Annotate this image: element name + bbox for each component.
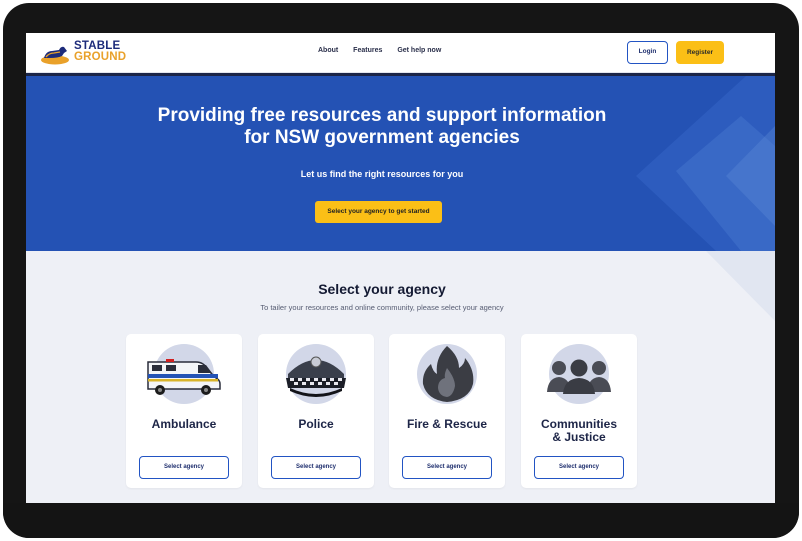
nav-link-features[interactable]: Features: [353, 47, 382, 54]
agency-card-communities-justice[interactable]: Communities & Justice Select agency: [521, 334, 637, 488]
hero-title-line1: Providing free resources and support inf…: [157, 105, 607, 126]
nav-link-about[interactable]: About: [318, 47, 338, 54]
agency-name: Fire & Rescue: [406, 417, 488, 431]
agency-card-fire-rescue[interactable]: Fire & Rescue Select agency: [389, 334, 505, 488]
brand-line2: GROUND: [74, 51, 127, 63]
brand-logo[interactable]: STABLE GROUND: [40, 40, 150, 66]
login-button[interactable]: Login: [627, 41, 668, 64]
hero-title: Providing free resources and support inf…: [26, 105, 738, 149]
navbar: STABLE GROUND About Features Get help no…: [26, 33, 775, 73]
hero-decoration: [636, 76, 775, 251]
select-agency-button[interactable]: Select agency: [402, 456, 492, 479]
hero-subtitle: Let us find the right resources for you: [300, 169, 464, 179]
hero-title-line2: for NSW government agencies: [244, 127, 520, 148]
ambulance-icon: [147, 359, 221, 395]
screen: STABLE GROUND About Features Get help no…: [26, 33, 775, 503]
nav-link-get-help-now[interactable]: Get help now: [397, 47, 441, 54]
nav-links: About Features Get help now: [318, 47, 454, 54]
agency-name: Ambulance: [151, 417, 217, 431]
section-title: Select your agency: [318, 281, 446, 297]
laptop-chin: [3, 503, 799, 538]
select-agency-button[interactable]: Select agency: [271, 456, 361, 479]
section-subtitle: To tailer your resources and online comm…: [260, 303, 504, 312]
hero-banner: Providing free resources and support inf…: [26, 76, 775, 251]
select-agency-cta-button[interactable]: Select your agency to get started: [315, 201, 442, 223]
select-agency-button[interactable]: Select agency: [534, 456, 624, 479]
horse-logo-icon: [41, 46, 69, 65]
brand-wordmark: STABLE GROUND: [74, 40, 127, 63]
police-cap-icon: [286, 356, 346, 397]
select-agency-button[interactable]: Select agency: [139, 456, 229, 479]
agency-card-police[interactable]: Police Select agency: [258, 334, 374, 488]
agency-name-line2: & Justice: [552, 430, 606, 444]
agency-name: Communities & Justice: [521, 418, 637, 444]
register-button[interactable]: Register: [676, 41, 724, 64]
people-icon: [547, 359, 611, 394]
agency-card-ambulance[interactable]: Ambulance Select agency: [126, 334, 242, 488]
agency-name: Police: [298, 417, 334, 431]
flame-icon: [422, 346, 474, 402]
